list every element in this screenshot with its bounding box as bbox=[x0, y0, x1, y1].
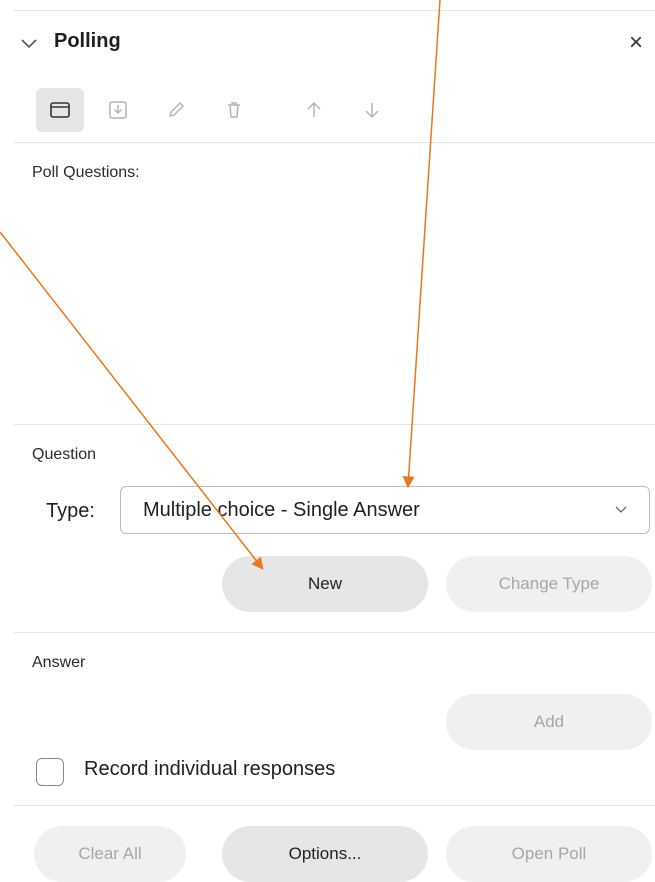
annotation-arrow-to-new bbox=[0, 231, 264, 570]
annotation-arrow-to-type bbox=[402, 0, 441, 489]
annotation-arrows bbox=[0, 0, 441, 570]
